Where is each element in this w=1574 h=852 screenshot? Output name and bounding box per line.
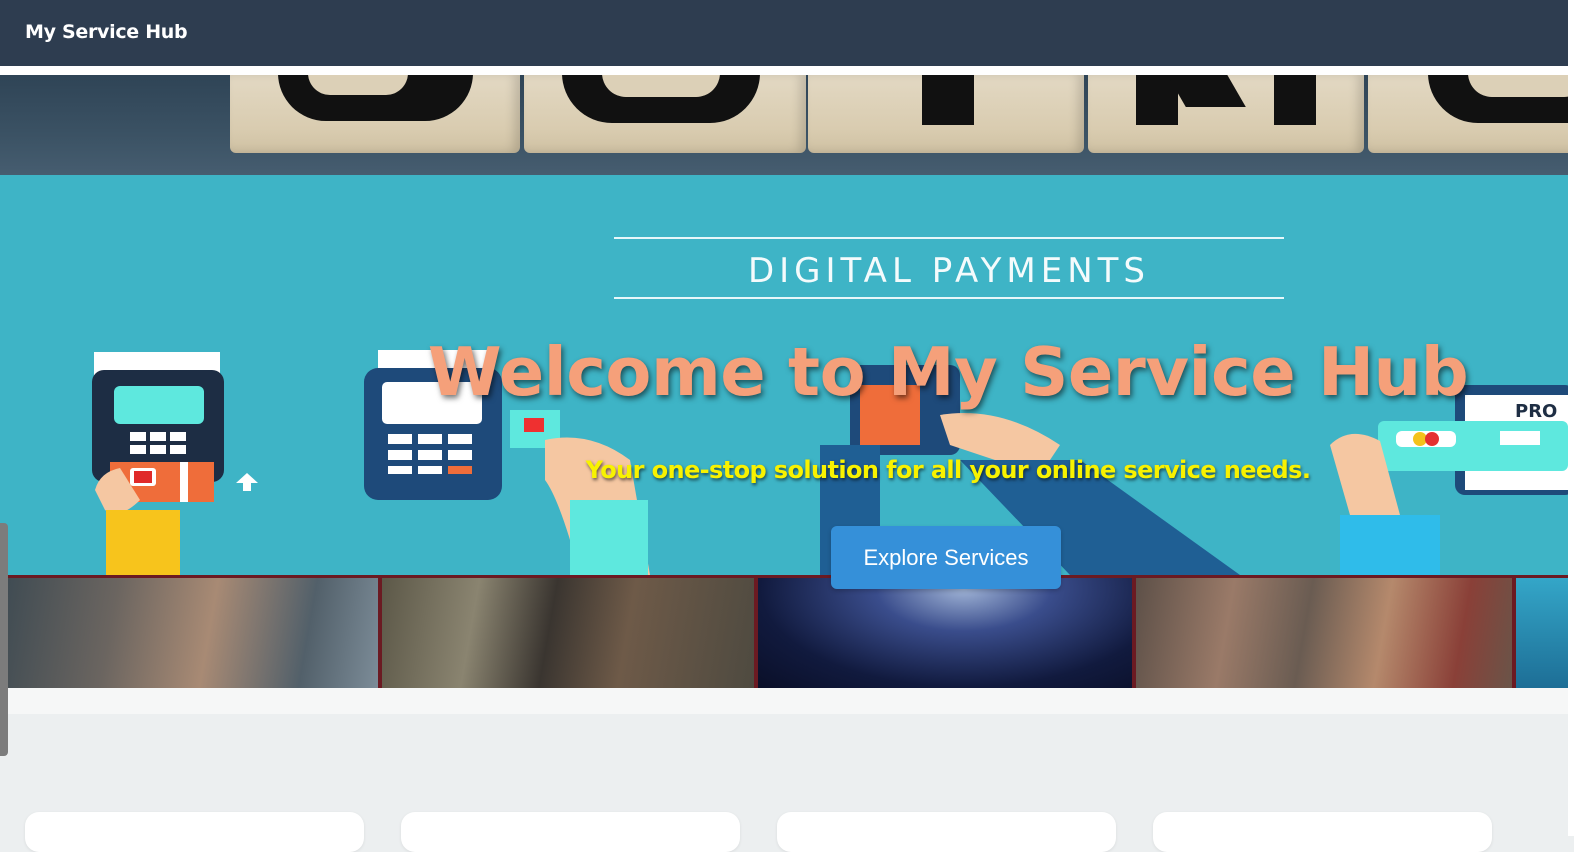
- scrollbar-thumb[interactable]: [0, 523, 8, 756]
- service-card[interactable]: [401, 812, 740, 852]
- top-navbar: My Service Hub: [0, 0, 1574, 66]
- wood-block: [524, 75, 806, 153]
- banner-headline: DIGITAL PAYMENTS: [747, 251, 1151, 291]
- movie-thumbnail-strip: [0, 575, 1568, 688]
- screen-label: PRO: [1515, 401, 1557, 422]
- headline-rule-top: [614, 237, 1284, 239]
- hero-subtitle: Your one-stop solution for all your onli…: [585, 456, 1311, 484]
- headline-rule-bottom: [614, 297, 1284, 299]
- explore-services-button[interactable]: Explore Services: [831, 526, 1061, 589]
- wood-block: [1368, 75, 1568, 153]
- arrow-up-icon: [236, 473, 258, 491]
- page-edge: [1568, 0, 1574, 836]
- hero-title: Welcome to My Service Hub: [427, 333, 1469, 411]
- service-cards-row: [0, 812, 1568, 852]
- movie-thumbnail[interactable]: [758, 578, 1132, 688]
- service-card[interactable]: [777, 812, 1116, 852]
- brand-logo-text[interactable]: My Service Hub: [25, 21, 188, 43]
- section-divider: [0, 688, 1568, 714]
- service-card[interactable]: [1153, 812, 1492, 852]
- banner-wooden-blocks: [0, 75, 1568, 175]
- movie-thumbnail[interactable]: [1516, 578, 1568, 688]
- wood-block: [808, 75, 1084, 153]
- payment-terminal-illustration: [92, 352, 224, 575]
- wood-block: [230, 75, 520, 153]
- service-card[interactable]: [25, 812, 364, 852]
- movie-thumbnail[interactable]: [1136, 578, 1512, 688]
- movie-thumbnail[interactable]: [382, 578, 754, 688]
- movie-thumbnail[interactable]: [0, 578, 378, 688]
- navbar-divider: [0, 66, 1574, 75]
- wood-block: [1088, 75, 1364, 153]
